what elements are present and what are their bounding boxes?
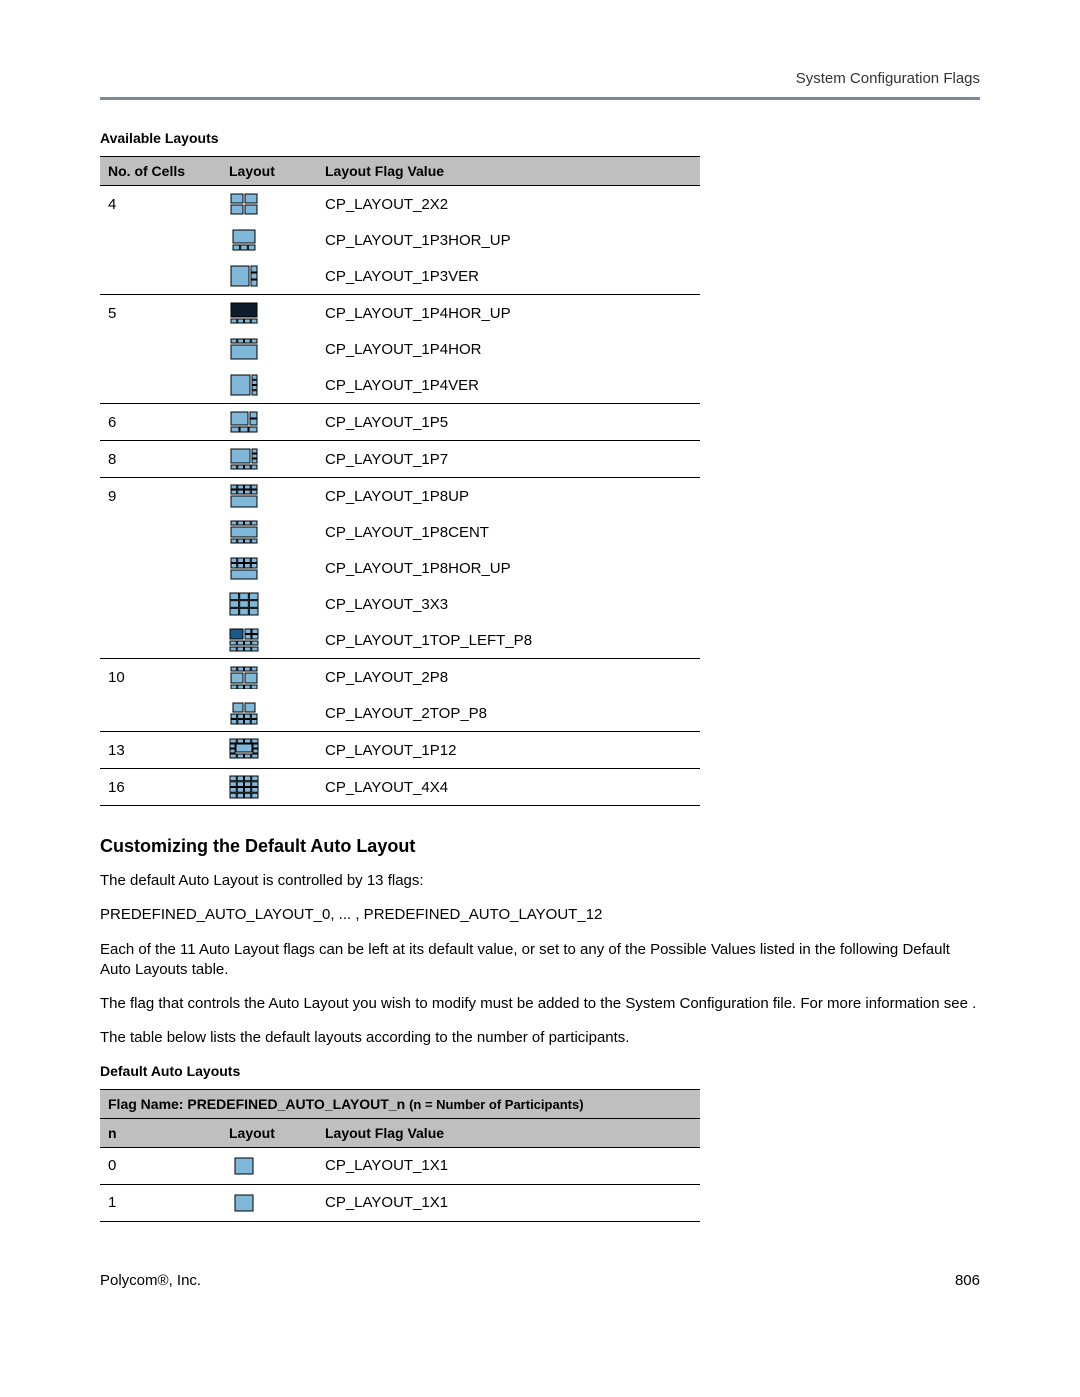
cell-count (100, 331, 221, 367)
cell-count (100, 622, 221, 659)
para-4: The flag that controls the Auto Layout y… (100, 994, 980, 1014)
flag-value: CP_LAYOUT_1P3HOR_UP (317, 222, 700, 258)
layout-icon (221, 478, 317, 515)
layout-icon (221, 659, 317, 696)
table2-caption: Default Auto Layouts (100, 1063, 980, 1079)
layout-icon (221, 404, 317, 441)
flag-value: CP_LAYOUT_1P4HOR (317, 331, 700, 367)
layout-icon (221, 258, 317, 295)
para-1: The default Auto Layout is controlled by… (100, 871, 980, 891)
flag-value: CP_LAYOUT_1P4VER (317, 367, 700, 404)
layout-icon (221, 586, 317, 622)
cell-count (100, 550, 221, 586)
flag-value: CP_LAYOUT_2TOP_P8 (317, 695, 700, 732)
cell-count (100, 514, 221, 550)
layout-icon (221, 514, 317, 550)
layout-icon (221, 1147, 317, 1184)
col2-layout: Layout (221, 1118, 317, 1147)
layout-icon (221, 1184, 317, 1221)
flag-value: CP_LAYOUT_1P5 (317, 404, 700, 441)
section-heading: Customizing the Default Auto Layout (100, 836, 980, 857)
flag-value: CP_LAYOUT_1P8CENT (317, 514, 700, 550)
header-section-label: System Configuration Flags (100, 70, 980, 87)
flag-value: CP_LAYOUT_1P12 (317, 732, 700, 769)
para-3: Each of the 11 Auto Layout flags can be … (100, 940, 980, 981)
available-layouts-table: No. of Cells Layout Layout Flag Value 4 C… (100, 156, 700, 806)
cell-count (100, 367, 221, 404)
layout-icon (221, 550, 317, 586)
col2-n: n (100, 1118, 221, 1147)
cell-count (100, 695, 221, 732)
layout-icon (221, 295, 317, 332)
flag-value: CP_LAYOUT_3X3 (317, 586, 700, 622)
flag-value: CP_LAYOUT_2X2 (317, 186, 700, 223)
flag-value: CP_LAYOUT_1P8UP (317, 478, 700, 515)
flag-value: CP_LAYOUT_1TOP_LEFT_P8 (317, 622, 700, 659)
flag-value: CP_LAYOUT_4X4 (317, 769, 700, 806)
flag-value: CP_LAYOUT_2P8 (317, 659, 700, 696)
para-5: The table below lists the default layout… (100, 1028, 980, 1048)
col-cells: No. of Cells (100, 157, 221, 186)
layout-icon (221, 186, 317, 223)
col-flag: Layout Flag Value (317, 157, 700, 186)
flag-value: CP_LAYOUT_1P8HOR_UP (317, 550, 700, 586)
header-rule (100, 97, 980, 100)
cell-count: 10 (100, 659, 221, 696)
layout-icon (221, 732, 317, 769)
flag-value: CP_LAYOUT_1P3VER (317, 258, 700, 295)
footer-company: Polycom®, Inc. (100, 1272, 201, 1289)
flag-value: CP_LAYOUT_1P4HOR_UP (317, 295, 700, 332)
col2-flag: Layout Flag Value (317, 1118, 700, 1147)
footer-page: 806 (955, 1272, 980, 1289)
cell-count (100, 586, 221, 622)
layout-icon (221, 441, 317, 478)
cell-count (100, 222, 221, 258)
cell-count: 16 (100, 769, 221, 806)
table2-title: Flag Name: PREDEFINED_AUTO_LAYOUT_n (n =… (100, 1089, 700, 1118)
cell-count: 4 (100, 186, 221, 223)
layout-icon (221, 695, 317, 732)
layout-icon (221, 367, 317, 404)
default-auto-layouts-table: Flag Name: PREDEFINED_AUTO_LAYOUT_n (n =… (100, 1089, 700, 1222)
col-layout: Layout (221, 157, 317, 186)
flag-value: CP_LAYOUT_1P7 (317, 441, 700, 478)
cell-count: 0 (100, 1147, 221, 1184)
cell-count (100, 258, 221, 295)
flag-value: CP_LAYOUT_1X1 (317, 1147, 700, 1184)
layout-icon (221, 222, 317, 258)
layout-icon (221, 769, 317, 806)
cell-count: 8 (100, 441, 221, 478)
table1-caption: Available Layouts (100, 130, 980, 146)
cell-count: 9 (100, 478, 221, 515)
para-2: PREDEFINED_AUTO_LAYOUT_0, ... , PREDEFIN… (100, 905, 980, 925)
cell-count: 6 (100, 404, 221, 441)
layout-icon (221, 622, 317, 659)
flag-value: CP_LAYOUT_1X1 (317, 1184, 700, 1221)
cell-count: 13 (100, 732, 221, 769)
cell-count: 1 (100, 1184, 221, 1221)
layout-icon (221, 331, 317, 367)
cell-count: 5 (100, 295, 221, 332)
